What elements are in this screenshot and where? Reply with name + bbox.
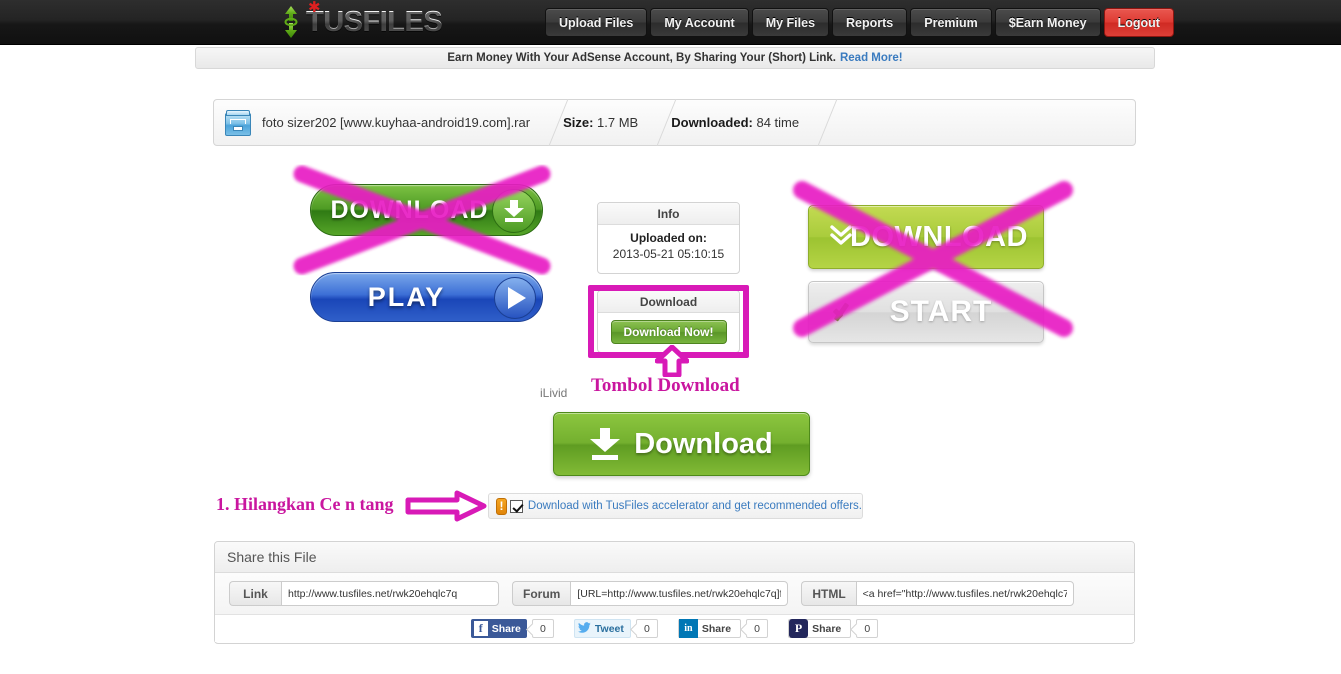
share-field-link: Link — [229, 581, 499, 606]
share-link-label: Link — [229, 581, 281, 606]
share-link-input[interactable] — [281, 581, 499, 606]
double-chevron-down-icon — [829, 224, 853, 250]
twitter-share[interactable]: Tweet 0 — [573, 619, 658, 638]
main-download-button[interactable]: Download — [553, 412, 810, 476]
twitter-tweet-button[interactable]: Tweet — [573, 619, 631, 638]
download-panel: Download Download Now! — [597, 290, 740, 353]
accelerator-offer-bar: ! Download with TusFiles accelerator and… — [488, 493, 863, 519]
main-download-label: Download — [634, 427, 773, 460]
facebook-share-count: 0 — [531, 619, 554, 638]
pinterest-icon: P — [789, 619, 809, 638]
pinterest-share-label: Share — [812, 622, 842, 635]
file-info-bar: foto sizer202 [www.kuyhaa-android19.com]… — [213, 99, 1136, 146]
adsense-banner: Earn Money With Your AdSense Account, By… — [195, 47, 1155, 69]
pinterest-share-count: 0 — [856, 619, 879, 638]
ad-download-button-left[interactable]: DOWNLOAD — [310, 184, 543, 236]
file-name: foto sizer202 [www.kuyhaa-android19.com]… — [262, 115, 531, 130]
ad-download-button-right[interactable]: DOWNLOAD — [808, 205, 1044, 269]
download-arrow-icon — [492, 189, 536, 233]
info-panel-title: Info — [598, 203, 739, 225]
info-panel: Info Uploaded on: 2013-05-21 05:10:15 — [597, 202, 740, 274]
nav-item-reports[interactable]: Reports — [832, 8, 908, 37]
download-now-label: Download Now! — [623, 325, 714, 339]
site-header: TUSFILES ✱ Upload Files My Account My Fi… — [0, 0, 1341, 45]
divider — [654, 99, 655, 146]
info-panel-body: Uploaded on: 2013-05-21 05:10:15 — [598, 225, 739, 267]
downloaded-value: 84 time — [756, 115, 800, 130]
facebook-share[interactable]: f Share 0 — [470, 619, 554, 638]
banner-text: Earn Money With Your AdSense Account, By… — [447, 52, 836, 64]
pinterest-share-button[interactable]: P Share — [788, 619, 852, 638]
nav-label: My Files — [765, 15, 816, 30]
nav-label: $Earn Money — [1008, 15, 1087, 30]
nav-label: Reports — [846, 15, 894, 30]
ilivid-label: iLivid — [540, 386, 568, 400]
linkedin-share-button[interactable]: in Share — [677, 619, 742, 638]
step1-annotation-text: 1. Hilangkan Ce n tang — [216, 494, 394, 514]
file-size-label: Size: — [563, 115, 594, 130]
uploaded-on-value: 2013-05-21 05:10:15 — [612, 247, 725, 261]
nav-item-my-account[interactable]: My Account — [650, 8, 749, 37]
ad-download-label: DOWNLOAD — [330, 195, 489, 224]
file-downloads: Downloaded: 84 time — [671, 115, 815, 130]
nav-item-upload-files[interactable]: Upload Files — [545, 8, 648, 37]
uploaded-on-label: Uploaded on: — [630, 231, 707, 245]
share-html-input[interactable] — [855, 581, 1074, 606]
linkedin-share[interactable]: in Share 0 — [677, 619, 769, 638]
download-now-button[interactable]: Download Now! — [610, 320, 727, 344]
nav-label: Upload Files — [559, 15, 634, 30]
star-icon: ✱ — [308, 0, 321, 16]
twitter-tweet-count: 0 — [635, 619, 658, 638]
main-navigation: Upload Files My Account My Files Reports… — [545, 8, 1174, 37]
downloaded-label: Downloaded: — [671, 115, 753, 130]
share-html-label: HTML — [801, 581, 856, 606]
green-check-icon — [831, 300, 857, 326]
nav-item-earn-money[interactable]: $Earn Money — [994, 8, 1101, 37]
linkedin-icon: in — [678, 619, 698, 638]
share-panel-title: Share this File — [215, 542, 1134, 573]
accelerator-checkbox[interactable] — [509, 499, 523, 513]
archive-file-icon — [225, 109, 251, 136]
nav-label: My Account — [664, 15, 735, 30]
ad-download-right-label: DOWNLOAD — [850, 220, 1028, 253]
ad-start-label: START — [889, 295, 993, 328]
divider — [815, 99, 816, 146]
share-field-html: HTML — [801, 581, 1074, 606]
download-panel-title: Download — [598, 291, 739, 313]
divider — [546, 99, 547, 146]
share-this-file-panel: Share this File Link Forum HTML f Share … — [214, 541, 1135, 644]
nav-item-my-files[interactable]: My Files — [751, 8, 830, 37]
file-size-value: 1.7 MB — [597, 115, 639, 130]
download-arrow-icon — [590, 428, 621, 460]
nav-label: Logout — [1117, 15, 1160, 30]
nav-label: Premium — [924, 15, 978, 30]
play-triangle-icon — [494, 277, 536, 319]
nav-item-logout[interactable]: Logout — [1103, 8, 1174, 37]
facebook-share-label: Share — [491, 622, 521, 635]
twitter-tweet-label: Tweet — [594, 622, 624, 635]
updown-arrow-icon — [278, 5, 304, 39]
linkedin-share-count: 0 — [746, 619, 769, 638]
site-logo[interactable]: TUSFILES ✱ — [278, 0, 443, 40]
facebook-icon: f — [473, 621, 488, 636]
share-forum-input[interactable] — [570, 581, 789, 606]
facebook-share-button[interactable]: f Share — [470, 619, 527, 638]
linkedin-share-label: Share — [701, 622, 732, 635]
twitter-bird-icon — [577, 621, 591, 636]
ad-start-button[interactable]: START — [808, 281, 1044, 343]
logo-text: TUSFILES — [306, 5, 443, 38]
ad-play-label: PLAY — [367, 281, 446, 312]
ad-play-button[interactable]: PLAY — [310, 272, 543, 322]
accelerator-label[interactable]: Download with TusFiles accelerator and g… — [528, 500, 862, 512]
share-field-forum: Forum — [512, 581, 789, 606]
right-arrow-annotation — [405, 490, 487, 522]
banner-read-more-link[interactable]: Read More! — [840, 52, 903, 64]
nav-item-premium[interactable]: Premium — [910, 8, 992, 37]
social-share-row: f Share 0 Tweet 0 in Share 0 P Share 0 — [215, 615, 1134, 642]
share-forum-label: Forum — [512, 581, 571, 606]
pinterest-share[interactable]: P Share 0 — [788, 619, 879, 638]
tombol-download-annotation-text: Tombol Download — [591, 375, 740, 396]
warning-exclamation-icon: ! — [496, 497, 507, 515]
share-fields-row: Link Forum HTML — [215, 573, 1134, 615]
